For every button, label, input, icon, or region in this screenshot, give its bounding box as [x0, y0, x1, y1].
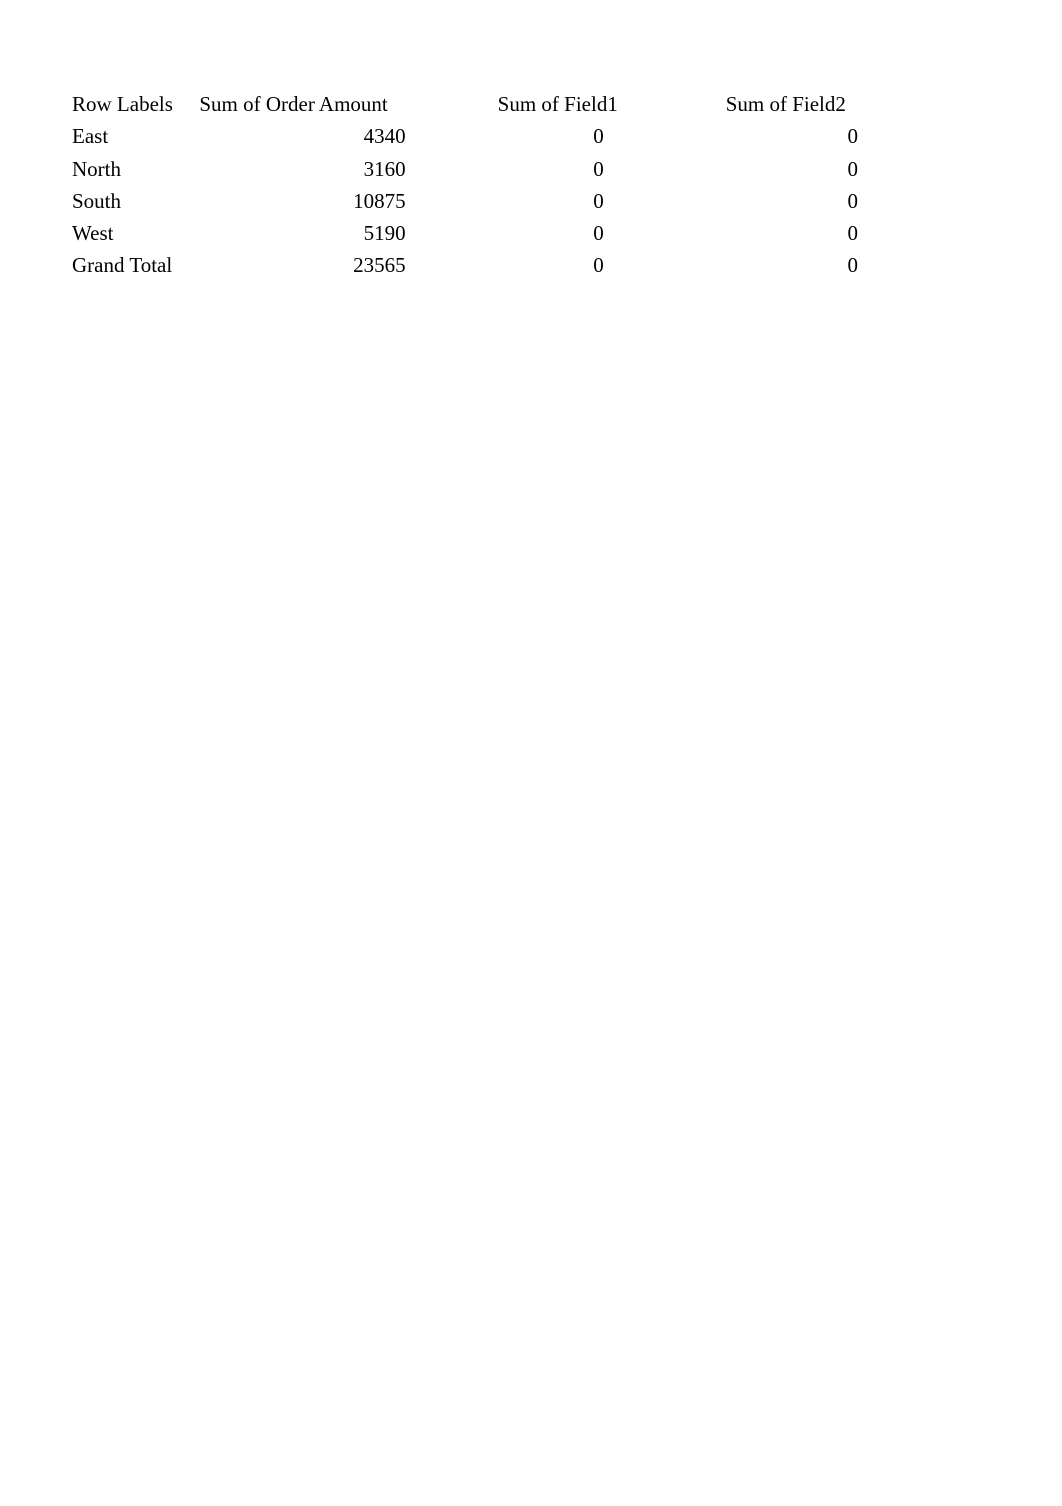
cell-field1: 0: [486, 153, 714, 185]
header-sum-field2: Sum of Field2: [714, 88, 862, 120]
row-label: West: [72, 217, 199, 249]
cell-amount: 23565: [199, 249, 485, 281]
header-sum-field1: Sum of Field1: [486, 88, 714, 120]
table-row: North 3160 0 0: [72, 153, 862, 185]
cell-field2: 0: [714, 120, 862, 152]
table-row: West 5190 0 0: [72, 217, 862, 249]
cell-amount: 3160: [199, 153, 485, 185]
cell-field1: 0: [486, 217, 714, 249]
cell-field2: 0: [714, 185, 862, 217]
header-sum-order-amount: Sum of Order Amount: [199, 88, 485, 120]
row-label: East: [72, 120, 199, 152]
document-sheet: Row Labels Sum of Order Amount Sum of Fi…: [0, 0, 1062, 282]
row-label: South: [72, 185, 199, 217]
row-label: Grand Total: [72, 249, 199, 281]
cell-field1: 0: [486, 249, 714, 281]
cell-field1: 0: [486, 120, 714, 152]
table-row-grand-total: Grand Total 23565 0 0: [72, 249, 862, 281]
header-row-labels: Row Labels: [72, 88, 199, 120]
cell-field2: 0: [714, 153, 862, 185]
cell-amount: 4340: [199, 120, 485, 152]
cell-field2: 0: [714, 217, 862, 249]
cell-field2: 0: [714, 249, 862, 281]
cell-amount: 5190: [199, 217, 485, 249]
pivot-header-row: Row Labels Sum of Order Amount Sum of Fi…: [72, 88, 862, 120]
row-label: North: [72, 153, 199, 185]
cell-field1: 0: [486, 185, 714, 217]
table-row: South 10875 0 0: [72, 185, 862, 217]
cell-amount: 10875: [199, 185, 485, 217]
pivot-table: Row Labels Sum of Order Amount Sum of Fi…: [72, 88, 862, 282]
table-row: East 4340 0 0: [72, 120, 862, 152]
